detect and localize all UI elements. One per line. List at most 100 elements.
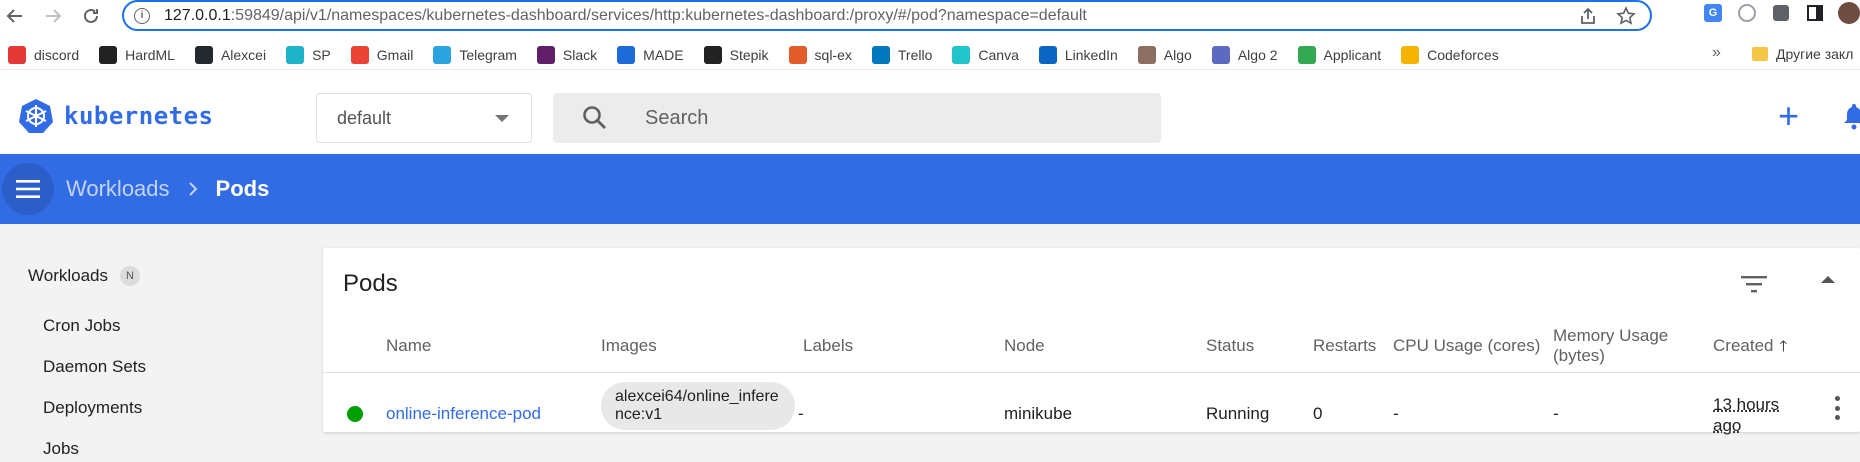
column-header-created[interactable]: Created 🡑 [1713, 336, 1787, 357]
bookmark-label: Alexcei [221, 47, 266, 63]
column-header-restarts[interactable]: Restarts [1313, 336, 1376, 356]
back-button[interactable] [0, 1, 30, 31]
bookmarks-overflow-button[interactable]: » [1712, 44, 1721, 62]
side-panel-icon[interactable] [1804, 2, 1826, 24]
namespaced-badge: N [120, 266, 140, 286]
share-icon[interactable] [1578, 6, 1598, 26]
translate-icon[interactable]: G [1702, 2, 1724, 24]
bookmark-stepik[interactable]: Stepik [704, 46, 769, 64]
status-running-icon [347, 406, 363, 422]
breadcrumb-bar: Workloads Pods [0, 154, 1860, 224]
filter-icon[interactable] [1741, 274, 1767, 294]
sidebar-item-daemon-sets[interactable]: Daemon Sets [43, 357, 146, 377]
star-icon[interactable] [1616, 6, 1636, 26]
bookmark-sp[interactable]: SP [286, 46, 331, 64]
chevron-up-icon[interactable] [1821, 276, 1835, 283]
bookmark-gmail[interactable]: Gmail [351, 46, 414, 64]
bookmark-alexcei[interactable]: Alexcei [195, 46, 266, 64]
bookmark-label: Algo [1164, 47, 1192, 63]
sidebar-item-jobs[interactable]: Jobs [43, 439, 79, 459]
namespace-value: default [337, 108, 391, 129]
search-box[interactable] [553, 93, 1161, 143]
avatar[interactable] [1838, 2, 1860, 24]
address-bar[interactable]: i 127.0.0.1:59849/api/v1/namespaces/kube… [122, 0, 1652, 31]
menu-button[interactable] [2, 163, 54, 215]
app-name: kubernetes [64, 102, 214, 130]
bookmark-label: Stepik [730, 47, 769, 63]
pod-status: Running [1206, 404, 1269, 424]
search-input[interactable] [645, 107, 1125, 130]
pod-node: minikube [1004, 404, 1072, 424]
applicant-icon [1298, 46, 1316, 64]
bookmark-algo-2[interactable]: Algo 2 [1212, 46, 1278, 64]
column-header-memory: Memory Usage (bytes) [1553, 326, 1683, 366]
bookmark-linkedin[interactable]: LinkedIn [1039, 46, 1118, 64]
column-header-status[interactable]: Status [1206, 336, 1254, 356]
sidebar-item-cron-jobs[interactable]: Cron Jobs [43, 316, 120, 336]
column-header-cpu: CPU Usage (cores) [1393, 336, 1540, 356]
sidebar-item-deployments[interactable]: Deployments [43, 398, 142, 418]
bookmarks-bar: discord HardML Alexcei SP Gmail Telegram Slack… [0, 40, 1860, 70]
browser-toolbar: i 127.0.0.1:59849/api/v1/namespaces/kube… [0, 0, 1860, 32]
arrow-left-icon [6, 7, 24, 25]
column-header-name[interactable]: Name [386, 336, 431, 356]
trello-icon [872, 46, 890, 64]
bookmark-hardml[interactable]: HardML [99, 46, 175, 64]
hardml-icon [99, 46, 117, 64]
bookmark-telegram[interactable]: Telegram [433, 46, 517, 64]
more-actions-icon[interactable] [1835, 396, 1841, 420]
other-bookmarks-label: Другие закл [1776, 46, 1853, 62]
namespace-select[interactable]: default [316, 93, 532, 143]
breadcrumb-workloads[interactable]: Workloads [66, 176, 170, 202]
pod-name-link[interactable]: online-inference-pod [386, 404, 541, 424]
sqlex-icon [789, 46, 807, 64]
bookmark-discord[interactable]: discord [8, 46, 79, 64]
reload-button[interactable] [76, 1, 106, 31]
helm-wheel-icon [18, 98, 54, 134]
sp-icon [286, 46, 304, 64]
forward-button[interactable] [38, 1, 68, 31]
bookmark-trello[interactable]: Trello [872, 46, 933, 64]
sidebar-section-label: Workloads [28, 266, 108, 286]
column-header-images: Images [601, 336, 657, 356]
bookmark-label: Algo 2 [1238, 47, 1278, 63]
bell-icon[interactable] [1842, 102, 1860, 130]
create-button[interactable]: + [1778, 98, 1799, 134]
globe-icon[interactable] [1736, 2, 1758, 24]
other-bookmarks-folder[interactable]: Другие закл [1752, 46, 1853, 62]
puzzle-icon[interactable] [1770, 2, 1792, 24]
bookmark-applicant[interactable]: Applicant [1298, 46, 1382, 64]
stepik-icon [704, 46, 722, 64]
url-host: 127.0.0.1 [164, 7, 231, 24]
bookmark-canva[interactable]: Canva [952, 46, 1018, 64]
pod-name[interactable]: online-inference-pod [386, 404, 541, 423]
column-header-node[interactable]: Node [1004, 336, 1045, 356]
sidebar-section-workloads[interactable]: Workloads N [28, 266, 140, 286]
app-header: kubernetes default + [0, 78, 1860, 154]
pod-cpu: - [1393, 404, 1399, 424]
bookmark-label: discord [34, 47, 79, 63]
pod-created: 13 hours ago [1713, 394, 1793, 436]
kubernetes-logo[interactable]: kubernetes [18, 98, 214, 134]
made-icon [617, 46, 635, 64]
gmail-icon [351, 46, 369, 64]
discord-icon [8, 46, 26, 64]
bookmark-made[interactable]: MADE [617, 46, 683, 64]
site-info-icon[interactable]: i [134, 8, 150, 24]
algo-icon [1138, 46, 1156, 64]
extensions-area: G [1702, 2, 1860, 24]
telegram-icon [433, 46, 451, 64]
pods-card: Pods Name Images Labels Node Status Rest… [323, 248, 1860, 432]
canva-icon [952, 46, 970, 64]
image-chip: alexcei64/online_inference:v1 [601, 382, 795, 430]
bookmark-algo[interactable]: Algo [1138, 46, 1192, 64]
bookmark-codeforces[interactable]: Codeforces [1401, 46, 1499, 64]
sidebar: Workloads N Cron Jobs Daemon Sets Deploy… [0, 224, 320, 462]
bookmark-sql-ex[interactable]: sql-ex [789, 46, 852, 64]
header-divider [323, 372, 1860, 373]
bookmark-label: SP [312, 47, 331, 63]
bookmark-slack[interactable]: Slack [537, 46, 597, 64]
bookmark-label: LinkedIn [1065, 47, 1118, 63]
codeforces-icon [1401, 46, 1419, 64]
pod-labels: - [798, 404, 804, 424]
